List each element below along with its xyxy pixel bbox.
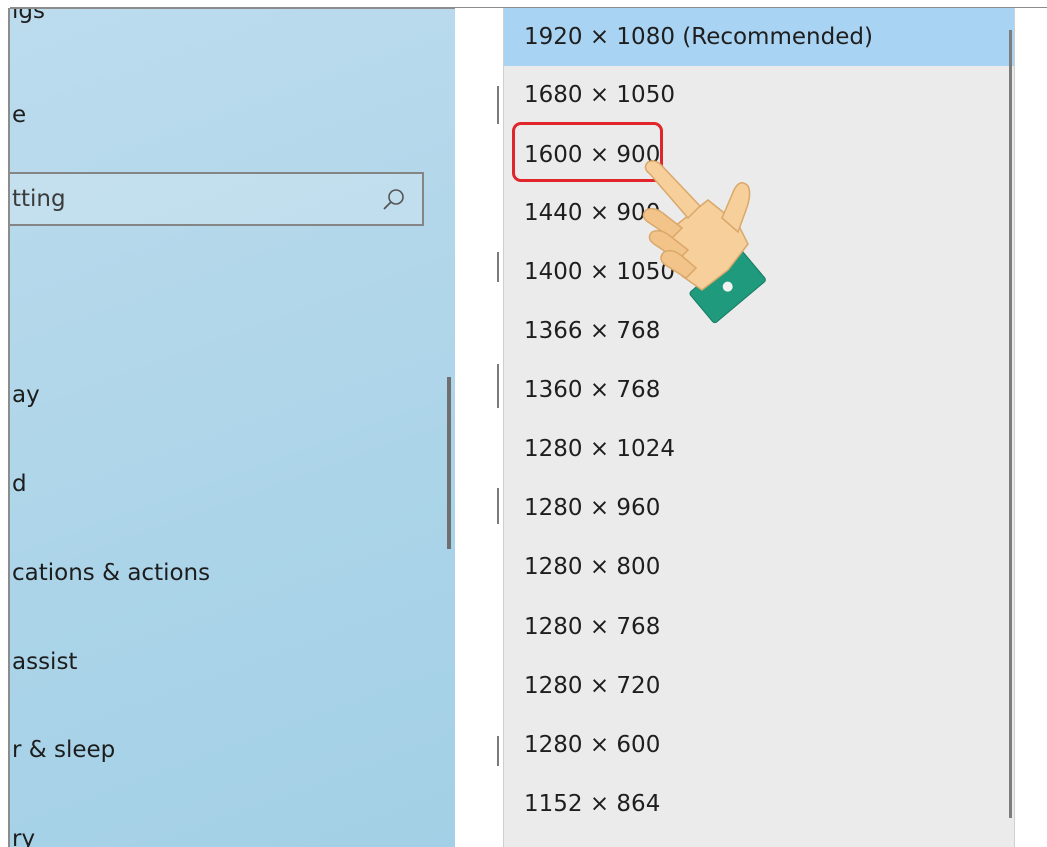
control-edge-mark: [497, 364, 499, 408]
sidebar-item-display[interactable]: ay: [12, 382, 40, 408]
settings-sidebar: ıgs e tting ay d cations & actions assis…: [10, 8, 455, 847]
control-edge-mark: [497, 86, 499, 124]
resolution-option[interactable]: 1280 × 800: [504, 538, 1014, 596]
sidebar-item-partial[interactable]: e: [12, 102, 26, 128]
resolution-option[interactable]: 1280 × 960: [504, 479, 1014, 537]
resolution-option[interactable]: 1680 × 1050: [504, 66, 1014, 124]
search-icon[interactable]: [380, 186, 408, 214]
control-edge-mark: [497, 252, 499, 282]
window-left-border: [8, 8, 10, 847]
sidebar-item-battery[interactable]: ry: [12, 826, 35, 847]
resolution-option[interactable]: 1152 × 864: [504, 775, 1014, 833]
search-input-value: tting: [12, 186, 66, 212]
resolution-option[interactable]: 1280 × 1024: [504, 420, 1014, 478]
resolution-option[interactable]: 1280 × 600: [504, 716, 1014, 774]
sidebar-item-sound[interactable]: d: [12, 471, 27, 497]
sidebar-item-notifications[interactable]: cations & actions: [12, 560, 210, 586]
resolution-option[interactable]: 1360 × 768: [504, 361, 1014, 419]
sidebar-title-partial: ıgs: [12, 8, 45, 24]
pointing-hand-icon: [642, 160, 766, 324]
window-right-edge: [1015, 8, 1047, 847]
resolution-option[interactable]: 1280 × 768: [504, 598, 1014, 656]
resolution-option-selected[interactable]: 1920 × 1080 (Recommended): [504, 8, 1014, 66]
sidebar-item-focus-assist[interactable]: assist: [12, 649, 77, 675]
control-edge-mark: [497, 736, 499, 766]
sidebar-item-power-sleep[interactable]: r & sleep: [12, 737, 115, 763]
dropdown-scrollbar[interactable]: [1009, 30, 1012, 818]
content-gap: [455, 8, 503, 847]
resolution-option[interactable]: 1280 × 720: [504, 657, 1014, 715]
search-input[interactable]: tting: [10, 172, 424, 226]
control-edge-mark: [497, 488, 499, 524]
sidebar-scrollbar[interactable]: [447, 377, 451, 549]
